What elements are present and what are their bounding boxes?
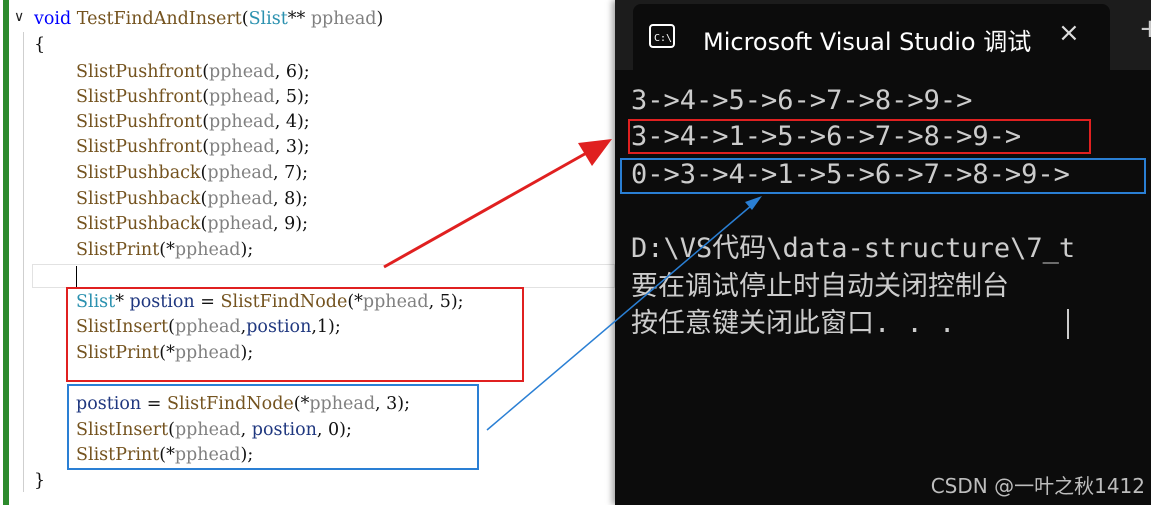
- code-token: pphead: [209, 62, 275, 82]
- code-line[interactable]: {: [34, 33, 45, 58]
- red-highlight-box-code: [66, 287, 524, 382]
- code-token: SlistPushback: [76, 214, 201, 234]
- current-line-highlight: [32, 264, 615, 288]
- svg-text:C:\: C:\: [654, 33, 672, 44]
- code-token: pphead: [209, 137, 275, 157]
- fold-guide-line: [23, 32, 24, 492]
- console-output-line: 3->4->5->6->7->8->9->: [631, 85, 973, 116]
- console-output-line: D:\VS代码\data-structure\7_t: [631, 233, 1076, 264]
- change-indicator-bar: [3, 0, 9, 505]
- fold-toggle-icon[interactable]: ∨: [14, 9, 24, 25]
- code-token: SlistPushfront: [76, 137, 203, 157]
- code-line[interactable]: void TestFindAndInsert(Slist** pphead): [34, 7, 383, 32]
- code-token: (: [202, 62, 210, 82]
- blue-highlight-box-code: [67, 384, 479, 470]
- code-line[interactable]: SlistPushfront(pphead, 5);: [76, 85, 310, 110]
- code-token: SlistPushfront: [76, 87, 203, 107]
- code-token: pphead: [209, 112, 275, 132]
- code-line[interactable]: SlistPushfront(pphead, 3);: [76, 135, 310, 160]
- code-token: SlistPrint: [76, 240, 160, 260]
- console-output-line: 要在调试停止时自动关闭控制台: [631, 271, 1009, 302]
- code-token: (: [202, 87, 210, 107]
- code-token: SlistPushback: [76, 189, 201, 209]
- code-line[interactable]: SlistPushfront(pphead, 6);: [76, 60, 310, 85]
- text-cursor: [76, 266, 77, 288]
- watermark: CSDN @一叶之秋1412: [930, 474, 1145, 498]
- code-token: }: [34, 471, 46, 491]
- console-window[interactable]: C:\ Microsoft Visual Studio 调试 × + 3->4-…: [615, 0, 1151, 505]
- console-cursor: [1067, 309, 1069, 339]
- console-tab[interactable]: C:\ Microsoft Visual Studio 调试 ×: [633, 4, 1110, 70]
- console-output-line: 按任意键关闭此窗口. . .: [631, 308, 956, 339]
- code-token: SlistPushfront: [76, 112, 203, 132]
- code-line[interactable]: SlistPrint(*pphead);: [76, 238, 253, 263]
- blue-highlight-box-output: [620, 158, 1146, 194]
- red-highlight-box-output: [628, 119, 1091, 154]
- code-token: , 4);: [274, 112, 310, 132]
- code-token: (: [202, 137, 210, 157]
- code-token: , 3);: [274, 137, 310, 157]
- code-token: void: [34, 9, 77, 29]
- code-token: ): [376, 9, 384, 29]
- code-token: SlistPushback: [76, 163, 201, 183]
- new-tab-icon[interactable]: +: [1139, 14, 1151, 44]
- close-icon[interactable]: ×: [1058, 18, 1080, 48]
- code-token: pphead: [174, 240, 241, 260]
- code-token: (: [241, 9, 249, 29]
- code-token: pphead: [207, 189, 274, 209]
- code-token: {: [34, 35, 46, 55]
- code-token: pphead: [310, 9, 377, 29]
- code-token: , 7);: [273, 163, 309, 183]
- code-line[interactable]: SlistPushback(pphead, 7);: [76, 161, 308, 186]
- code-token: pphead: [209, 87, 275, 107]
- code-token: (*: [159, 240, 175, 260]
- code-line[interactable]: SlistPushfront(pphead, 4);: [76, 110, 310, 135]
- code-token: pphead: [207, 214, 274, 234]
- code-token: Slist: [248, 9, 288, 29]
- code-token: , 8);: [273, 189, 309, 209]
- code-token: pphead: [207, 163, 274, 183]
- console-titlebar: C:\ Microsoft Visual Studio 调试 × +: [615, 0, 1151, 70]
- code-token: (: [202, 112, 210, 132]
- code-token: SlistPushfront: [76, 62, 203, 82]
- code-token: **: [287, 9, 311, 29]
- code-token: );: [240, 240, 254, 260]
- console-icon: C:\: [649, 24, 675, 48]
- code-token: , 9);: [273, 214, 309, 234]
- code-token: TestFindAndInsert: [76, 9, 242, 29]
- code-token: , 6);: [274, 62, 310, 82]
- code-editor[interactable]: ∨ void TestFindAndInsert(Slist** pphead)…: [0, 0, 615, 505]
- code-line[interactable]: SlistPushback(pphead, 8);: [76, 187, 308, 212]
- code-line[interactable]: SlistPushback(pphead, 9);: [76, 212, 308, 237]
- code-token: , 5);: [274, 87, 310, 107]
- code-line[interactable]: }: [34, 469, 45, 494]
- console-tab-title: Microsoft Visual Studio 调试: [703, 28, 1032, 56]
